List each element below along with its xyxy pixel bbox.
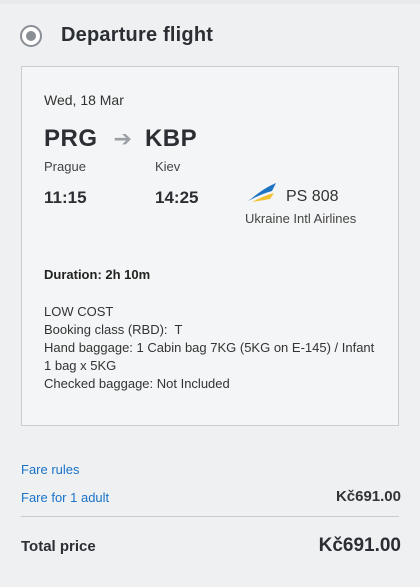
fare-details: LOW COST Booking class (RBD): T Hand bag… bbox=[44, 303, 376, 393]
flight-number: PS 808 bbox=[286, 188, 339, 205]
section-title: Departure flight bbox=[61, 24, 214, 46]
fare-type: LOW COST bbox=[44, 304, 114, 319]
checked-baggage: Checked baggage: Not Included bbox=[44, 376, 230, 391]
total-price-label: Total price bbox=[21, 538, 96, 555]
arrow-right-icon: ➔ bbox=[113, 126, 132, 151]
destination-city: Kiev bbox=[155, 159, 181, 174]
total-price-value: Kč691.00 bbox=[318, 535, 401, 556]
destination-code: KBP bbox=[144, 125, 198, 152]
radio-dot-icon bbox=[26, 30, 36, 41]
route-codes: PRG ➔ KBP bbox=[44, 125, 197, 153]
departure-radio-button[interactable] bbox=[20, 24, 42, 47]
arrival-time: 14:25 bbox=[155, 188, 199, 207]
departure-section-header: Departure flight bbox=[20, 24, 213, 47]
origin-code: PRG bbox=[44, 125, 98, 152]
flight-card: Wed, 18 Mar PRG ➔ KBP Prague Kiev 11:15 … bbox=[21, 66, 399, 426]
top-divider bbox=[0, 0, 420, 4]
fare-rules-link[interactable]: Fare rules bbox=[21, 462, 80, 477]
fare-adult-link[interactable]: Fare for 1 adult bbox=[21, 490, 109, 505]
price-divider bbox=[21, 516, 399, 517]
fare-adult-price: Kč691.00 bbox=[335, 488, 401, 505]
airline-name: Ukraine Intl Airlines bbox=[245, 211, 357, 226]
flight-duration: Duration: 2h 10m bbox=[44, 267, 151, 282]
ukraine-intl-airlines-logo-icon bbox=[248, 183, 276, 202]
departure-time: 11:15 bbox=[44, 188, 87, 207]
booking-class: Booking class (RBD): T bbox=[44, 322, 183, 337]
flight-date: Wed, 18 Mar bbox=[44, 92, 124, 108]
origin-city: Prague bbox=[44, 159, 86, 174]
hand-baggage: Hand baggage: 1 Cabin bag 7KG (5KG on E-… bbox=[44, 340, 375, 373]
